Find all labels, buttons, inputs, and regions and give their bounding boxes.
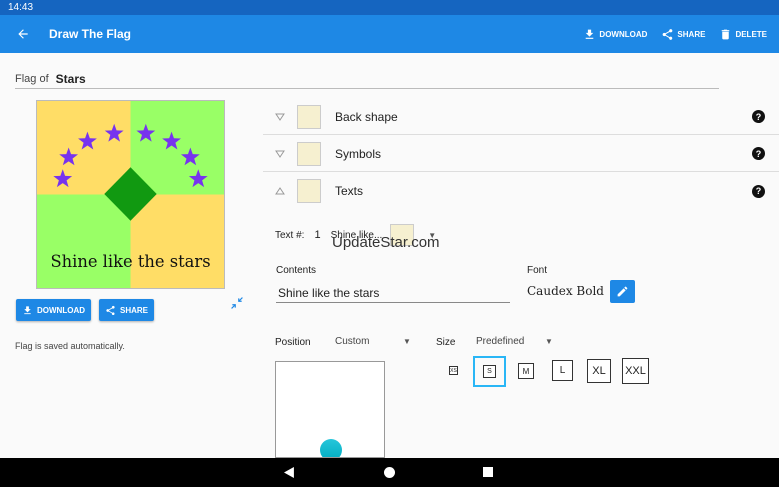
share-action-button[interactable]: SHARE: [661, 28, 705, 41]
nav-bar: [0, 458, 779, 487]
size-l-button[interactable]: L: [552, 360, 573, 381]
nav-back-icon[interactable]: [284, 467, 295, 478]
help-icon[interactable]: ?: [752, 110, 765, 123]
flag-of-label: Flag of: [15, 72, 49, 85]
flag-quadrant-bottom-right: [130, 194, 224, 288]
panel-thumbnail: [297, 179, 321, 203]
font-value: Caudex Bold: [527, 284, 604, 298]
panel-thumbnail: [297, 141, 321, 166]
panel-title: Symbols: [335, 146, 382, 161]
flag-preview: Shine like the stars: [36, 100, 225, 289]
app-bar: Draw The Flag DOWNLOAD SHARE DELETE: [0, 15, 779, 53]
position-label: Position: [275, 337, 311, 348]
position-handle[interactable]: [320, 439, 342, 457]
flag-share-label: SHARE: [120, 305, 149, 315]
size-m-button[interactable]: M: [518, 363, 534, 379]
download-action-label: DOWNLOAD: [599, 29, 648, 39]
flag-of-field[interactable]: Flag of Stars: [15, 69, 719, 89]
flag-text: Shine like the stars: [50, 252, 210, 271]
panel-texts[interactable]: Texts ?: [263, 173, 779, 209]
download-icon: [24, 305, 31, 314]
size-label: Size: [436, 337, 456, 348]
panel-back-shape[interactable]: Back shape ?: [263, 99, 779, 135]
edit-font-button[interactable]: [610, 280, 635, 303]
expand-triangle-icon: [275, 150, 285, 158]
help-icon[interactable]: ?: [752, 184, 765, 198]
flag-download-button[interactable]: DOWNLOAD: [16, 299, 91, 321]
panel-title: Texts: [335, 184, 364, 198]
download-action-button[interactable]: DOWNLOAD: [583, 28, 647, 41]
panel-symbols[interactable]: Symbols ?: [263, 136, 779, 172]
flag-of-value[interactable]: Stars: [56, 72, 86, 86]
flag-quadrant-bottom-left: [37, 194, 131, 288]
flag-share-button[interactable]: SHARE: [99, 299, 155, 321]
collapse-arrows-icon[interactable]: [230, 296, 244, 310]
share-action-label: SHARE: [677, 29, 706, 39]
share-icon: [106, 305, 115, 315]
flag-quadrant-top-right: [130, 101, 224, 195]
status-time: 14:43: [8, 2, 34, 13]
pencil-icon: [617, 286, 628, 297]
flag-download-label: DOWNLOAD: [37, 305, 85, 315]
size-xl-button[interactable]: XL: [587, 359, 611, 383]
size-s-selected[interactable]: S: [473, 356, 506, 387]
app-title: Draw The Flag: [49, 27, 132, 41]
panel-thumbnail: [297, 104, 321, 129]
expand-triangle-icon: [275, 113, 285, 121]
font-label: Font: [527, 265, 548, 276]
delete-action-label: DELETE: [735, 29, 767, 39]
dropdown-caret-icon[interactable]: ▼: [545, 337, 553, 346]
panel-title: Back shape: [335, 109, 398, 124]
contents-label: Contents: [276, 265, 317, 276]
contents-input[interactable]: Shine like the stars: [276, 283, 510, 303]
text-number: 1: [314, 229, 321, 241]
autosave-note: Flag is saved automatically.: [15, 341, 125, 351]
watermark: UpdateStar.com: [332, 234, 440, 251]
size-xxl-button[interactable]: XXL: [622, 358, 649, 384]
collapse-triangle-icon: [275, 187, 285, 195]
delete-icon: [722, 29, 730, 39]
delete-action-button[interactable]: DELETE: [719, 28, 767, 41]
status-bar: 14:43: [0, 0, 779, 15]
dropdown-caret-icon[interactable]: ▼: [403, 337, 411, 346]
position-select[interactable]: Custom: [335, 336, 369, 347]
size-xs-button[interactable]: XS: [449, 366, 458, 375]
nav-home-icon[interactable]: [384, 467, 395, 478]
size-select[interactable]: Predefined: [476, 336, 524, 347]
nav-recents-icon[interactable]: [483, 467, 493, 477]
share-icon: [663, 28, 673, 40]
download-icon: [586, 29, 594, 39]
help-icon[interactable]: ?: [752, 147, 765, 160]
text-number-label: Text #:: [275, 229, 305, 241]
size-s-button[interactable]: S: [483, 365, 496, 378]
position-preview[interactable]: [275, 361, 385, 458]
back-arrow-icon[interactable]: [13, 27, 33, 41]
